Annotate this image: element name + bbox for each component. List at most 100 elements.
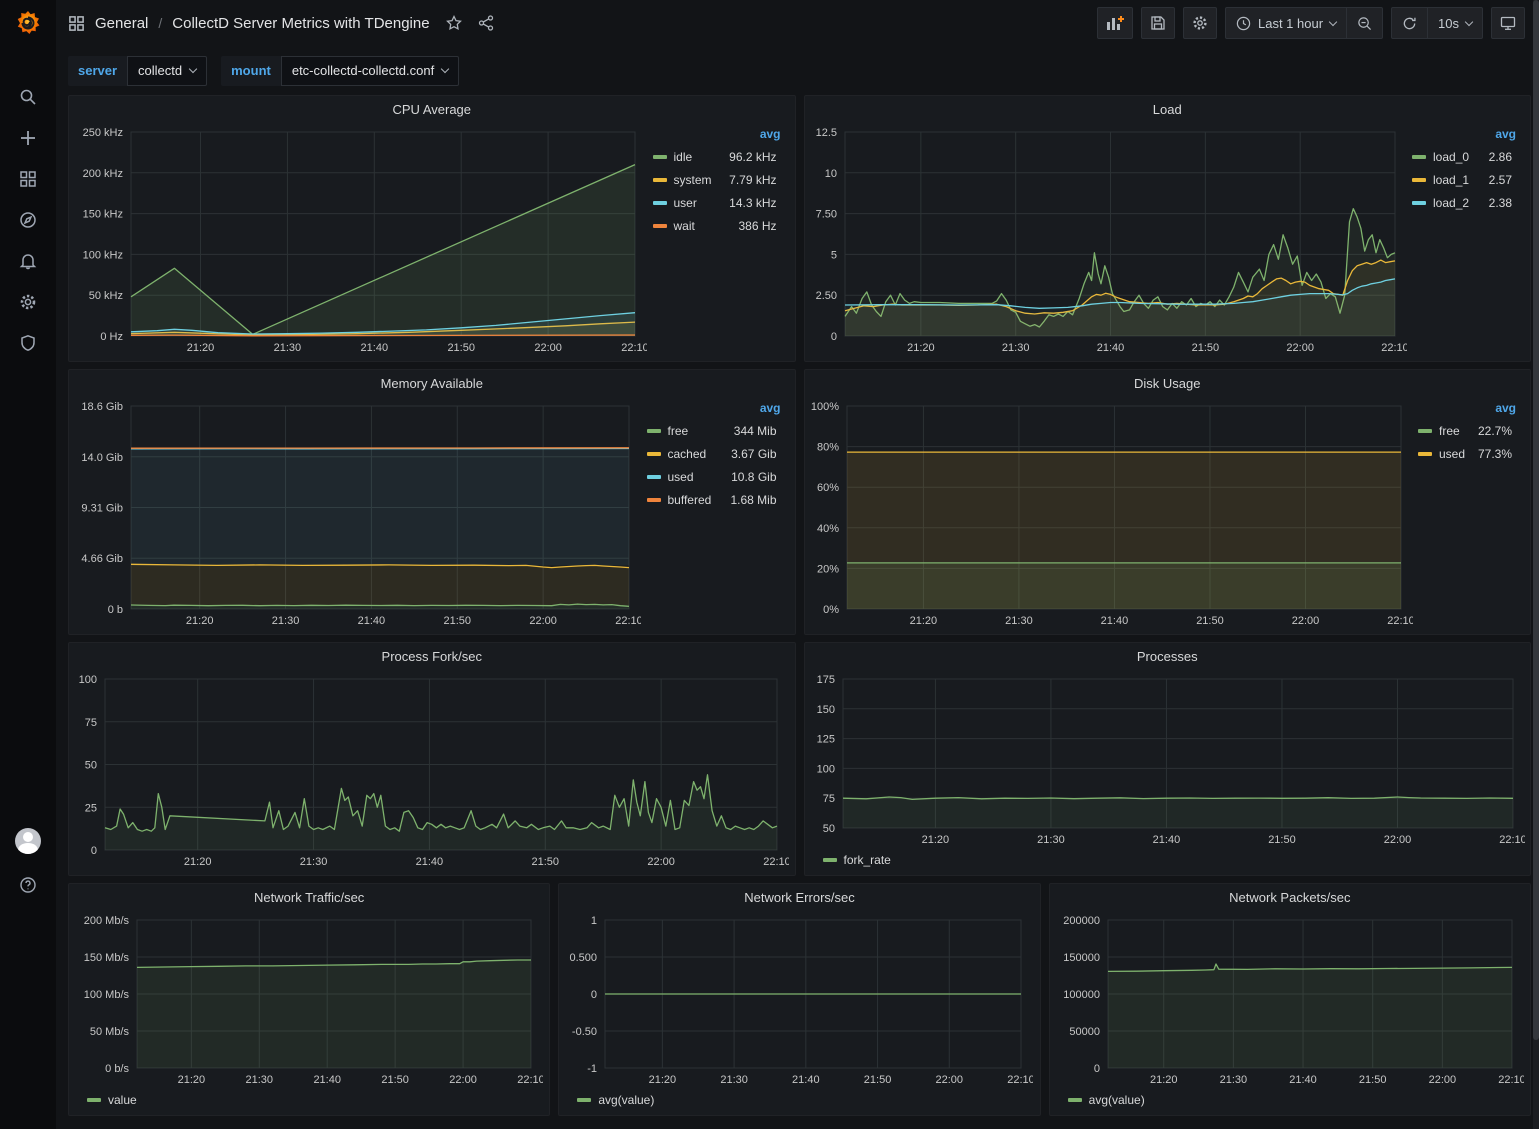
svg-text:4.66 Gib: 4.66 Gib [81, 553, 123, 565]
svg-text:22:10: 22:10 [517, 1074, 543, 1086]
grafana-logo[interactable] [0, 0, 56, 46]
sidebar [0, 0, 56, 1129]
panel-title-disk-usage[interactable]: Disk Usage [805, 370, 1531, 396]
processes-chart[interactable]: 507510012515017521:2021:3021:4021:5022:0… [811, 669, 1525, 849]
legend-item-load_0[interactable]: load_02.86 [1408, 145, 1516, 168]
save-dashboard-button[interactable] [1141, 7, 1175, 39]
process-fork-chart[interactable]: 025507510021:2021:3021:4021:5022:0022:10 [75, 669, 789, 871]
explore-compass-icon[interactable] [19, 211, 37, 229]
share-icon[interactable] [478, 15, 494, 31]
network-packets-chart[interactable]: 05000010000015000020000021:2021:3021:402… [1056, 910, 1524, 1089]
legend-item-fork_rate[interactable]: fork_rate [821, 850, 893, 870]
cpu-average-chart[interactable]: 0 Hz50 kHz100 kHz150 kHz200 kHz250 kHz21… [75, 122, 647, 357]
legend-item-cached[interactable]: cached3.67 Gib [643, 442, 781, 465]
panel-title-network-traffic[interactable]: Network Traffic/sec [69, 884, 549, 910]
panel-load: Load 02.5057.501012.521:2021:3021:4021:5… [804, 95, 1532, 362]
svg-text:21:20: 21:20 [187, 342, 215, 354]
cycle-view-mode-button[interactable] [1491, 7, 1525, 39]
panel-title-processes[interactable]: Processes [805, 643, 1531, 669]
panel-title-network-packets[interactable]: Network Packets/sec [1050, 884, 1530, 910]
panel-title-load[interactable]: Load [805, 96, 1531, 122]
legend-item-load_2[interactable]: load_22.38 [1408, 191, 1516, 214]
load-chart[interactable]: 02.5057.501012.521:2021:3021:4021:5022:0… [811, 122, 1407, 357]
variable-mount: mount etc-collectd-collectd.conf [221, 56, 459, 86]
time-range-button[interactable]: Last 1 hour [1226, 8, 1346, 38]
legend-item-user[interactable]: user 14.3 kHz [649, 191, 781, 214]
panel-title-memory-available[interactable]: Memory Available [69, 370, 795, 396]
legend-item-load_1[interactable]: load_12.57 [1408, 168, 1516, 191]
legend-label: idle [674, 150, 693, 164]
svg-text:22:00: 22:00 [647, 856, 675, 868]
svg-text:22:00: 22:00 [1286, 342, 1314, 354]
dashboard-header: General / CollectD Server Metrics with T… [56, 0, 1539, 46]
panel-title-cpu-average[interactable]: CPU Average [69, 96, 795, 122]
legend-header-avg[interactable]: avg [1414, 398, 1516, 419]
page-scrollbar[interactable] [1533, 0, 1539, 1129]
variable-server-label: server [68, 56, 127, 86]
legend-value: 14.3 kHz [729, 196, 776, 210]
legend-item-free[interactable]: free22.7% [1414, 419, 1516, 442]
user-avatar[interactable] [15, 828, 41, 854]
svg-text:0: 0 [91, 845, 97, 857]
chevron-down-icon [1465, 17, 1473, 25]
dashboards-icon[interactable] [19, 170, 37, 188]
alerting-bell-icon[interactable] [19, 252, 37, 270]
legend-item-value[interactable]: value [85, 1090, 139, 1110]
legend-value: 22.7% [1478, 424, 1512, 438]
legend-item-avg-value-[interactable]: avg(value) [1066, 1090, 1147, 1110]
legend-header-avg[interactable]: avg [649, 124, 781, 145]
svg-text:7.50: 7.50 [815, 209, 836, 221]
search-icon[interactable] [19, 88, 37, 106]
variable-mount-select[interactable]: etc-collectd-collectd.conf [281, 56, 459, 86]
svg-text:200000: 200000 [1063, 915, 1100, 927]
network-traffic-chart[interactable]: 0 b/s50 Mb/s100 Mb/s150 Mb/s200 Mb/s21:2… [75, 910, 543, 1089]
svg-text:21:30: 21:30 [1005, 615, 1033, 627]
configuration-gear-icon[interactable] [19, 293, 37, 311]
main-area: General / CollectD Server Metrics with T… [56, 0, 1539, 1129]
variable-mount-value: etc-collectd-collectd.conf [292, 63, 434, 78]
svg-text:0: 0 [591, 989, 597, 1001]
svg-text:21:30: 21:30 [274, 342, 302, 354]
legend-value: 386 Hz [738, 219, 776, 233]
server-admin-shield-icon[interactable] [19, 334, 37, 352]
refresh-button[interactable] [1392, 8, 1427, 38]
panel-title-process-fork[interactable]: Process Fork/sec [69, 643, 795, 669]
load-legend: avgload_02.86load_12.57load_22.38 [1406, 122, 1524, 357]
legend-swatch [647, 475, 661, 479]
refresh-interval-button[interactable]: 10s [1427, 8, 1482, 38]
variable-server-select[interactable]: collectd [127, 56, 207, 86]
svg-text:21:30: 21:30 [1037, 834, 1065, 846]
legend-item-free[interactable]: free344 Mib [643, 419, 781, 442]
svg-text:250 kHz: 250 kHz [83, 127, 123, 139]
legend-item-system[interactable]: system7.79 kHz [649, 168, 781, 191]
svg-text:21:30: 21:30 [246, 1074, 274, 1086]
create-plus-icon[interactable] [19, 129, 37, 147]
legend-item-idle[interactable]: idle96.2 kHz [649, 145, 781, 168]
legend-item-used[interactable]: used10.8 Gib [643, 465, 781, 488]
panel-title-network-errors[interactable]: Network Errors/sec [559, 884, 1039, 910]
help-question-icon[interactable] [19, 876, 37, 894]
dashboard-settings-button[interactable] [1183, 7, 1217, 39]
disk-usage-chart[interactable]: 0%20%40%60%80%100%21:2021:3021:4021:5022… [811, 396, 1413, 630]
legend-item-used[interactable]: used77.3% [1414, 442, 1516, 465]
network-errors-chart[interactable]: -1-0.5000.500121:2021:3021:4021:5022:002… [565, 910, 1033, 1089]
zoom-out-button[interactable] [1346, 8, 1382, 38]
panel-memory-available: Memory Available 0 b4.66 Gib9.31 Gib14.0… [68, 369, 796, 635]
legend-item-avg-value-[interactable]: avg(value) [575, 1090, 656, 1110]
dashboard-title[interactable]: CollectD Server Metrics with TDengine [172, 15, 429, 32]
scrollbar-thumb[interactable] [1533, 0, 1539, 1040]
legend-label: user [674, 196, 697, 210]
legend-header-avg[interactable]: avg [643, 398, 781, 419]
svg-text:22:00: 22:00 [936, 1074, 964, 1086]
memory-available-chart[interactable]: 0 b4.66 Gib9.31 Gib14.0 Gib18.6 Gib21:20… [75, 396, 641, 630]
legend-item-buffered[interactable]: buffered1.68 Mib [643, 488, 781, 511]
legend-item-wait[interactable]: wait386 Hz [649, 214, 781, 237]
breadcrumb-section[interactable]: General [95, 15, 148, 32]
legend-swatch [647, 452, 661, 456]
svg-text:20%: 20% [816, 563, 838, 575]
legend-header-avg[interactable]: avg [1408, 124, 1516, 145]
add-panel-button[interactable] [1097, 7, 1133, 39]
legend-swatch [1418, 429, 1432, 433]
star-icon[interactable] [446, 15, 462, 31]
breadcrumb-separator: / [158, 15, 162, 31]
